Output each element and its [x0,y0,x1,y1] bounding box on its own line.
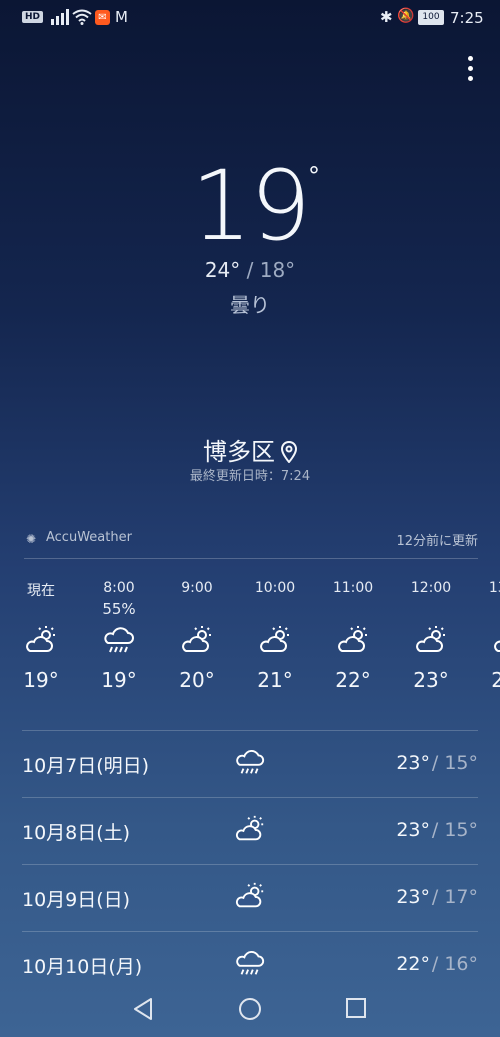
provider-updated: 12分前に更新 [396,534,478,549]
precip-chance: 55% [102,600,136,618]
hourly-item: 13:00 23° [470,580,500,692]
partly-cloudy-icon [158,620,236,660]
hour-time: 10:00 [254,580,296,596]
location-pin-icon [280,440,298,464]
wifi-icon [72,9,92,25]
day-date: 10月8日(土) [22,822,131,844]
hour-time: 11:00 [332,580,374,596]
precip-chance [314,600,392,620]
daily-forecast: 10月7日(明日) 23° / 15° 10月8日(土) 23° / 15° 1… [22,730,478,998]
hour-temp: 20° [179,668,215,692]
gmail-icon: M [115,8,128,26]
back-icon[interactable] [132,997,154,1021]
more-options-icon[interactable] [458,56,482,88]
hourly-item: 11:00 22° [314,580,392,692]
hour-temp: 23° [413,668,449,692]
hour-temp: 19° [101,668,137,692]
day-date: 10月7日(明日) [22,755,150,777]
hourly-item: 現在 19° [2,580,80,692]
day-date: 10月10日(月) [22,956,143,978]
precip-chance [2,600,80,620]
hourly-item: 12:00 23° [392,580,470,692]
provider-name: AccuWeather [46,530,132,545]
temperature-range: 24° / 18° [0,258,500,282]
app-notification-icon: ✉ [95,10,110,25]
day-high: 23° [396,752,430,774]
battery-icon: 100 [418,10,444,25]
partly-cloudy-icon [470,620,500,660]
status-bar: HD ✉ M ✱ 🔕 100 7:25 [0,0,500,36]
day-high: 22° [396,953,430,975]
day-date: 10月9日(日) [22,889,131,911]
partly-cloudy-icon [236,620,314,660]
signal-icon [51,9,69,25]
location[interactable]: 博多区 [0,432,500,467]
precip-chance [236,600,314,620]
degree-symbol: ° [308,162,320,190]
weather-condition: 曇り [230,293,270,317]
bluetooth-icon: ✱ [380,8,393,26]
last-updated: 最終更新日時：7:24 [189,469,311,484]
partly-cloudy-icon [234,814,266,848]
temperature-value: 19 [190,150,311,262]
day-high: 23° [396,819,430,841]
high-temp: 24° [204,258,241,282]
day-low: / 15° [431,819,478,841]
day-low: / 15° [431,752,478,774]
precip-chance [392,600,470,620]
day-high: 23° [396,886,430,908]
day-low: / 16° [431,953,478,975]
daily-row[interactable]: 10月8日(土) 23° / 15° [22,797,478,864]
hourly-forecast[interactable]: 現在 19° 8:00 55% 19° 9:00 20° 10:00 21° 1… [0,580,500,720]
home-icon[interactable] [238,997,262,1021]
precip-chance [470,600,500,620]
location-name: 博多区 [203,438,275,466]
partly-cloudy-icon [314,620,392,660]
hour-time: 12:00 [410,580,452,596]
hd-badge: HD [22,11,44,23]
partly-cloudy-icon [234,881,266,915]
bell-muted-icon: 🔕 [397,8,415,24]
accuweather-logo-icon: ✺ [26,532,37,546]
hour-time: 8:00 [103,580,135,596]
provider-row[interactable]: ✺ AccuWeather 12分前に更新 [24,530,478,559]
hour-temp: 21° [257,668,293,692]
navigation-bar [0,985,500,1037]
hour-time: 現在 [27,583,55,599]
hourly-item: 10:00 21° [236,580,314,692]
rain-icon [80,620,158,660]
rain-icon [234,747,266,781]
current-temperature: 19 ° [0,150,500,262]
range-separator: / [246,258,254,282]
rain-icon [234,948,266,982]
daily-row[interactable]: 10月9日(日) 23° / 17° [22,864,478,931]
precip-chance [158,600,236,620]
hour-time: 13:00 [488,580,500,596]
hour-temp: 19° [23,668,59,692]
day-low: / 17° [431,886,478,908]
partly-cloudy-icon [2,620,80,660]
daily-row[interactable]: 10月7日(明日) 23° / 15° [22,730,478,797]
hourly-item: 8:00 55% 19° [80,580,158,692]
low-temp: 18° [259,258,296,282]
clock: 7:25 [450,9,484,27]
partly-cloudy-icon [392,620,470,660]
recents-icon[interactable] [345,997,367,1019]
hour-time: 9:00 [181,580,213,596]
hour-temp: 22° [335,668,371,692]
hourly-item: 9:00 20° [158,580,236,692]
hour-temp: 23° [491,668,500,692]
